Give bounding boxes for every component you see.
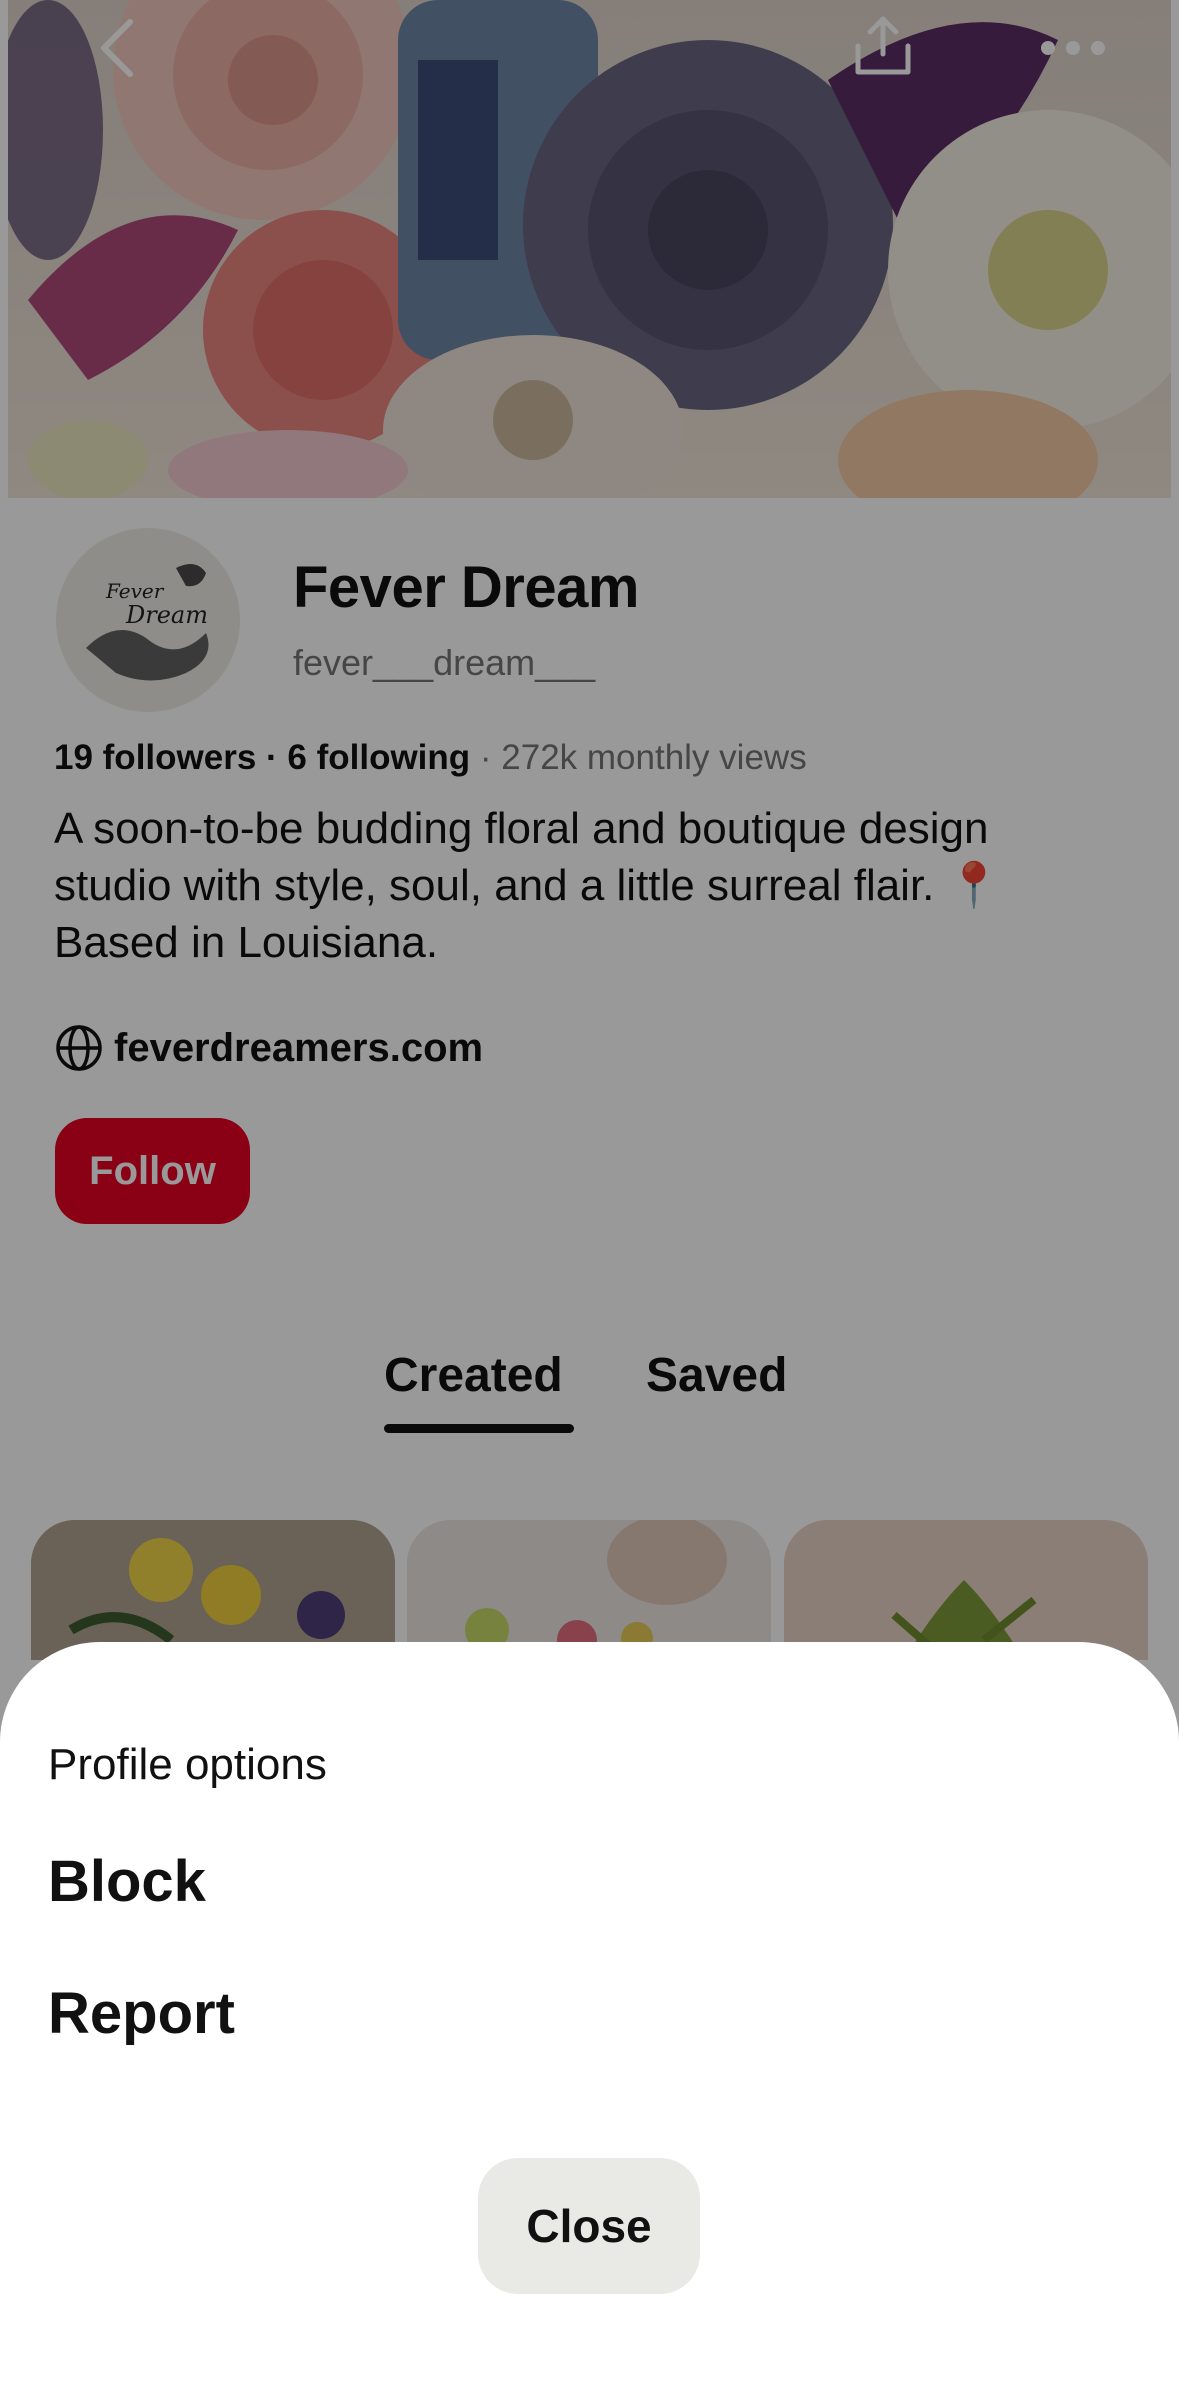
sheet-title: Profile options <box>48 1740 327 1789</box>
profile-options-sheet: Profile options Block Report Close <box>0 1642 1179 2396</box>
close-button[interactable]: Close <box>478 2158 700 2294</box>
block-option[interactable]: Block <box>48 1848 206 1915</box>
report-option[interactable]: Report <box>48 1980 235 2047</box>
